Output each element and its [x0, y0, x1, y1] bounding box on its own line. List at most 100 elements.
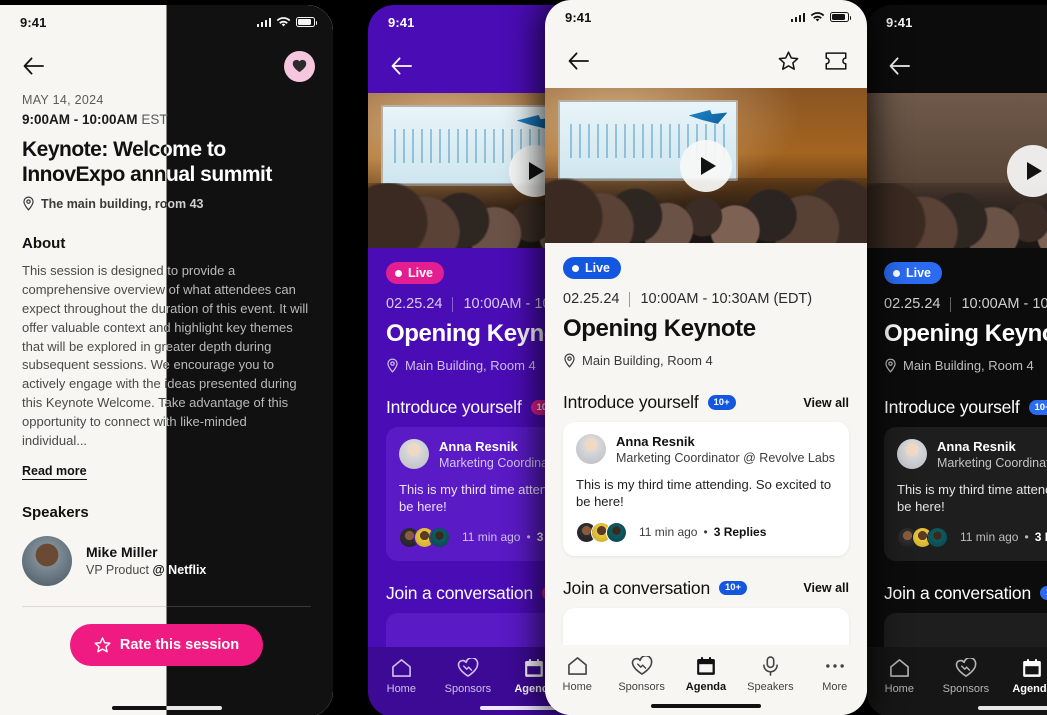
live-dot-icon	[572, 264, 579, 272]
home-icon	[567, 657, 587, 675]
avatar	[399, 439, 429, 469]
meta-separator: •	[1024, 530, 1029, 545]
heart-handshake-icon	[631, 656, 652, 675]
back-arrow-icon[interactable]	[20, 53, 46, 79]
navbar-actions	[775, 48, 849, 74]
post-card[interactable]: Anna Resnik Marketing Coordinator @ Revo…	[884, 427, 1047, 561]
keynote-title: Opening Keynote	[563, 315, 756, 342]
view-all-link[interactable]: View all	[803, 581, 849, 595]
tab-agenda[interactable]: Agenda	[674, 656, 738, 693]
post-timestamp: 11 min ago	[639, 525, 698, 540]
keynote-date: 02.25.24	[884, 296, 941, 312]
section-title: Introduce yourself	[563, 392, 699, 412]
post-text: This is my third time attending. So exci…	[897, 481, 1047, 515]
tab-sponsors[interactable]: Sponsors	[435, 658, 502, 695]
session-video-hero[interactable]	[545, 88, 867, 243]
ticket-icon[interactable]	[823, 48, 849, 74]
heart-icon	[292, 59, 307, 73]
status-indicators	[256, 16, 318, 28]
tab-label: More	[822, 681, 848, 693]
section-title: Join a conversation	[884, 582, 1031, 603]
post-replies-count[interactable]: 3 Replies	[714, 525, 767, 539]
phone-keynote-light-theme: 9:41 Live 02.25.24 10:00AM - 10:30AM (ED…	[545, 0, 867, 715]
tab-label: Sponsors	[618, 681, 665, 693]
battery-icon	[830, 12, 852, 22]
post-author: Anna Resnik	[937, 439, 1016, 454]
play-icon[interactable]	[680, 139, 732, 192]
post-card[interactable]: Anna Resnik Marketing Coordinator @ Revo…	[563, 422, 849, 556]
live-dot-icon	[893, 269, 900, 277]
avatar	[22, 535, 72, 586]
tab-sponsors[interactable]: Sponsors	[933, 658, 1000, 695]
tab-home[interactable]: Home	[368, 658, 435, 695]
live-label: Live	[585, 261, 611, 275]
speaker-role-label: VP Product	[86, 563, 150, 578]
star-icon[interactable]	[775, 48, 801, 74]
live-dot-icon	[395, 269, 402, 277]
divider	[950, 296, 952, 312]
cellular-signal-icon	[790, 12, 805, 22]
status-time: 9:41	[20, 14, 47, 30]
phone-keynote-dark-theme: 9:41 Live 02.25.24 10:00AM - 10 Opening …	[866, 5, 1047, 715]
keynote-location-label: Main Building, Room 4	[582, 353, 713, 368]
post-meta: 11 min ago • 3 Replies	[576, 521, 836, 543]
post-replies-count[interactable]: 3 Replies	[1035, 530, 1047, 544]
tab-home[interactable]: Home	[545, 656, 609, 693]
location-pin-icon	[23, 196, 34, 211]
view-all-link[interactable]: View all	[803, 396, 849, 410]
count-badge: 10+	[1028, 400, 1047, 415]
status-indicators	[790, 11, 852, 23]
keynote-time: 10:00AM - 10:30AM (EDT)	[640, 291, 813, 307]
section-header-conversation: Join a conversation 10+ View all	[563, 578, 849, 608]
section-title: Introduce yourself	[386, 397, 522, 417]
tab-label: Home	[562, 681, 592, 693]
post-text: This is my third time attending. So exci…	[576, 476, 832, 510]
section-header-introduce: Introduce yourself 10+ View all	[884, 397, 1047, 427]
keynote-location: Main Building, Room 4	[563, 353, 849, 368]
section-header-conversation: Join a conversation 10+ View all	[884, 583, 1047, 613]
back-arrow-icon[interactable]	[565, 48, 591, 74]
tab-speakers[interactable]: Speakers	[738, 656, 802, 693]
section-title: Join a conversation	[386, 582, 533, 603]
status-time: 9:41	[565, 9, 592, 25]
tab-agenda[interactable]: Agenda	[999, 658, 1047, 695]
divider	[452, 296, 454, 312]
tab-label: Home	[884, 683, 914, 695]
tab-more[interactable]: More	[803, 656, 867, 693]
status-bar: 9:41	[866, 5, 1047, 39]
back-arrow-icon[interactable]	[388, 53, 414, 79]
post-meta: 11 min ago • 3 Replies	[897, 526, 1047, 548]
keynote-navbar	[866, 39, 1047, 93]
reply-avatars	[897, 526, 948, 548]
post-author-role: Marketing Coordinator @ Revolve Labs	[616, 451, 836, 466]
reply-avatars	[399, 526, 450, 548]
tab-home[interactable]: Home	[866, 658, 933, 695]
back-arrow-icon[interactable]	[886, 53, 912, 79]
session-video-hero[interactable]	[866, 93, 1047, 248]
calendar-icon	[525, 658, 544, 677]
tab-label: Home	[386, 683, 416, 695]
favorite-heart-button[interactable]	[284, 50, 315, 82]
keynote-datetime: 02.25.24 10:00AM - 10:30AM (EDT)	[563, 291, 849, 307]
avatar	[576, 434, 606, 464]
read-more-link[interactable]: Read more	[22, 464, 87, 480]
post-timestamp: 11 min ago	[960, 530, 1019, 545]
status-time: 9:41	[388, 14, 415, 30]
screenshot-stage: 9:41 MAY 14, 2024 9:00AM - 10:00AM EST K…	[0, 0, 1047, 715]
count-badge: 10+	[1039, 585, 1047, 601]
post-meta-text: 11 min ago • 3 Replies	[639, 525, 766, 539]
tab-sponsors[interactable]: Sponsors	[609, 656, 673, 693]
keynote-content: Live 02.25.24 10:00AM - 10:30AM (EDT) Op…	[866, 248, 1047, 673]
tab-label: Agenda	[685, 681, 727, 693]
location-pin-icon	[387, 358, 398, 373]
live-label: Live	[906, 266, 932, 280]
divider	[629, 291, 631, 307]
star-icon	[94, 636, 111, 653]
avatar	[897, 439, 927, 469]
heart-handshake-icon	[955, 658, 977, 677]
wifi-icon	[276, 16, 291, 27]
meta-separator: •	[703, 525, 708, 540]
post-author-role: Marketing Coordinator @ Revolve Labs	[937, 456, 1047, 471]
location-pin-icon	[564, 353, 575, 368]
section-header-introduce: Introduce yourself 10+ View all	[563, 392, 849, 422]
